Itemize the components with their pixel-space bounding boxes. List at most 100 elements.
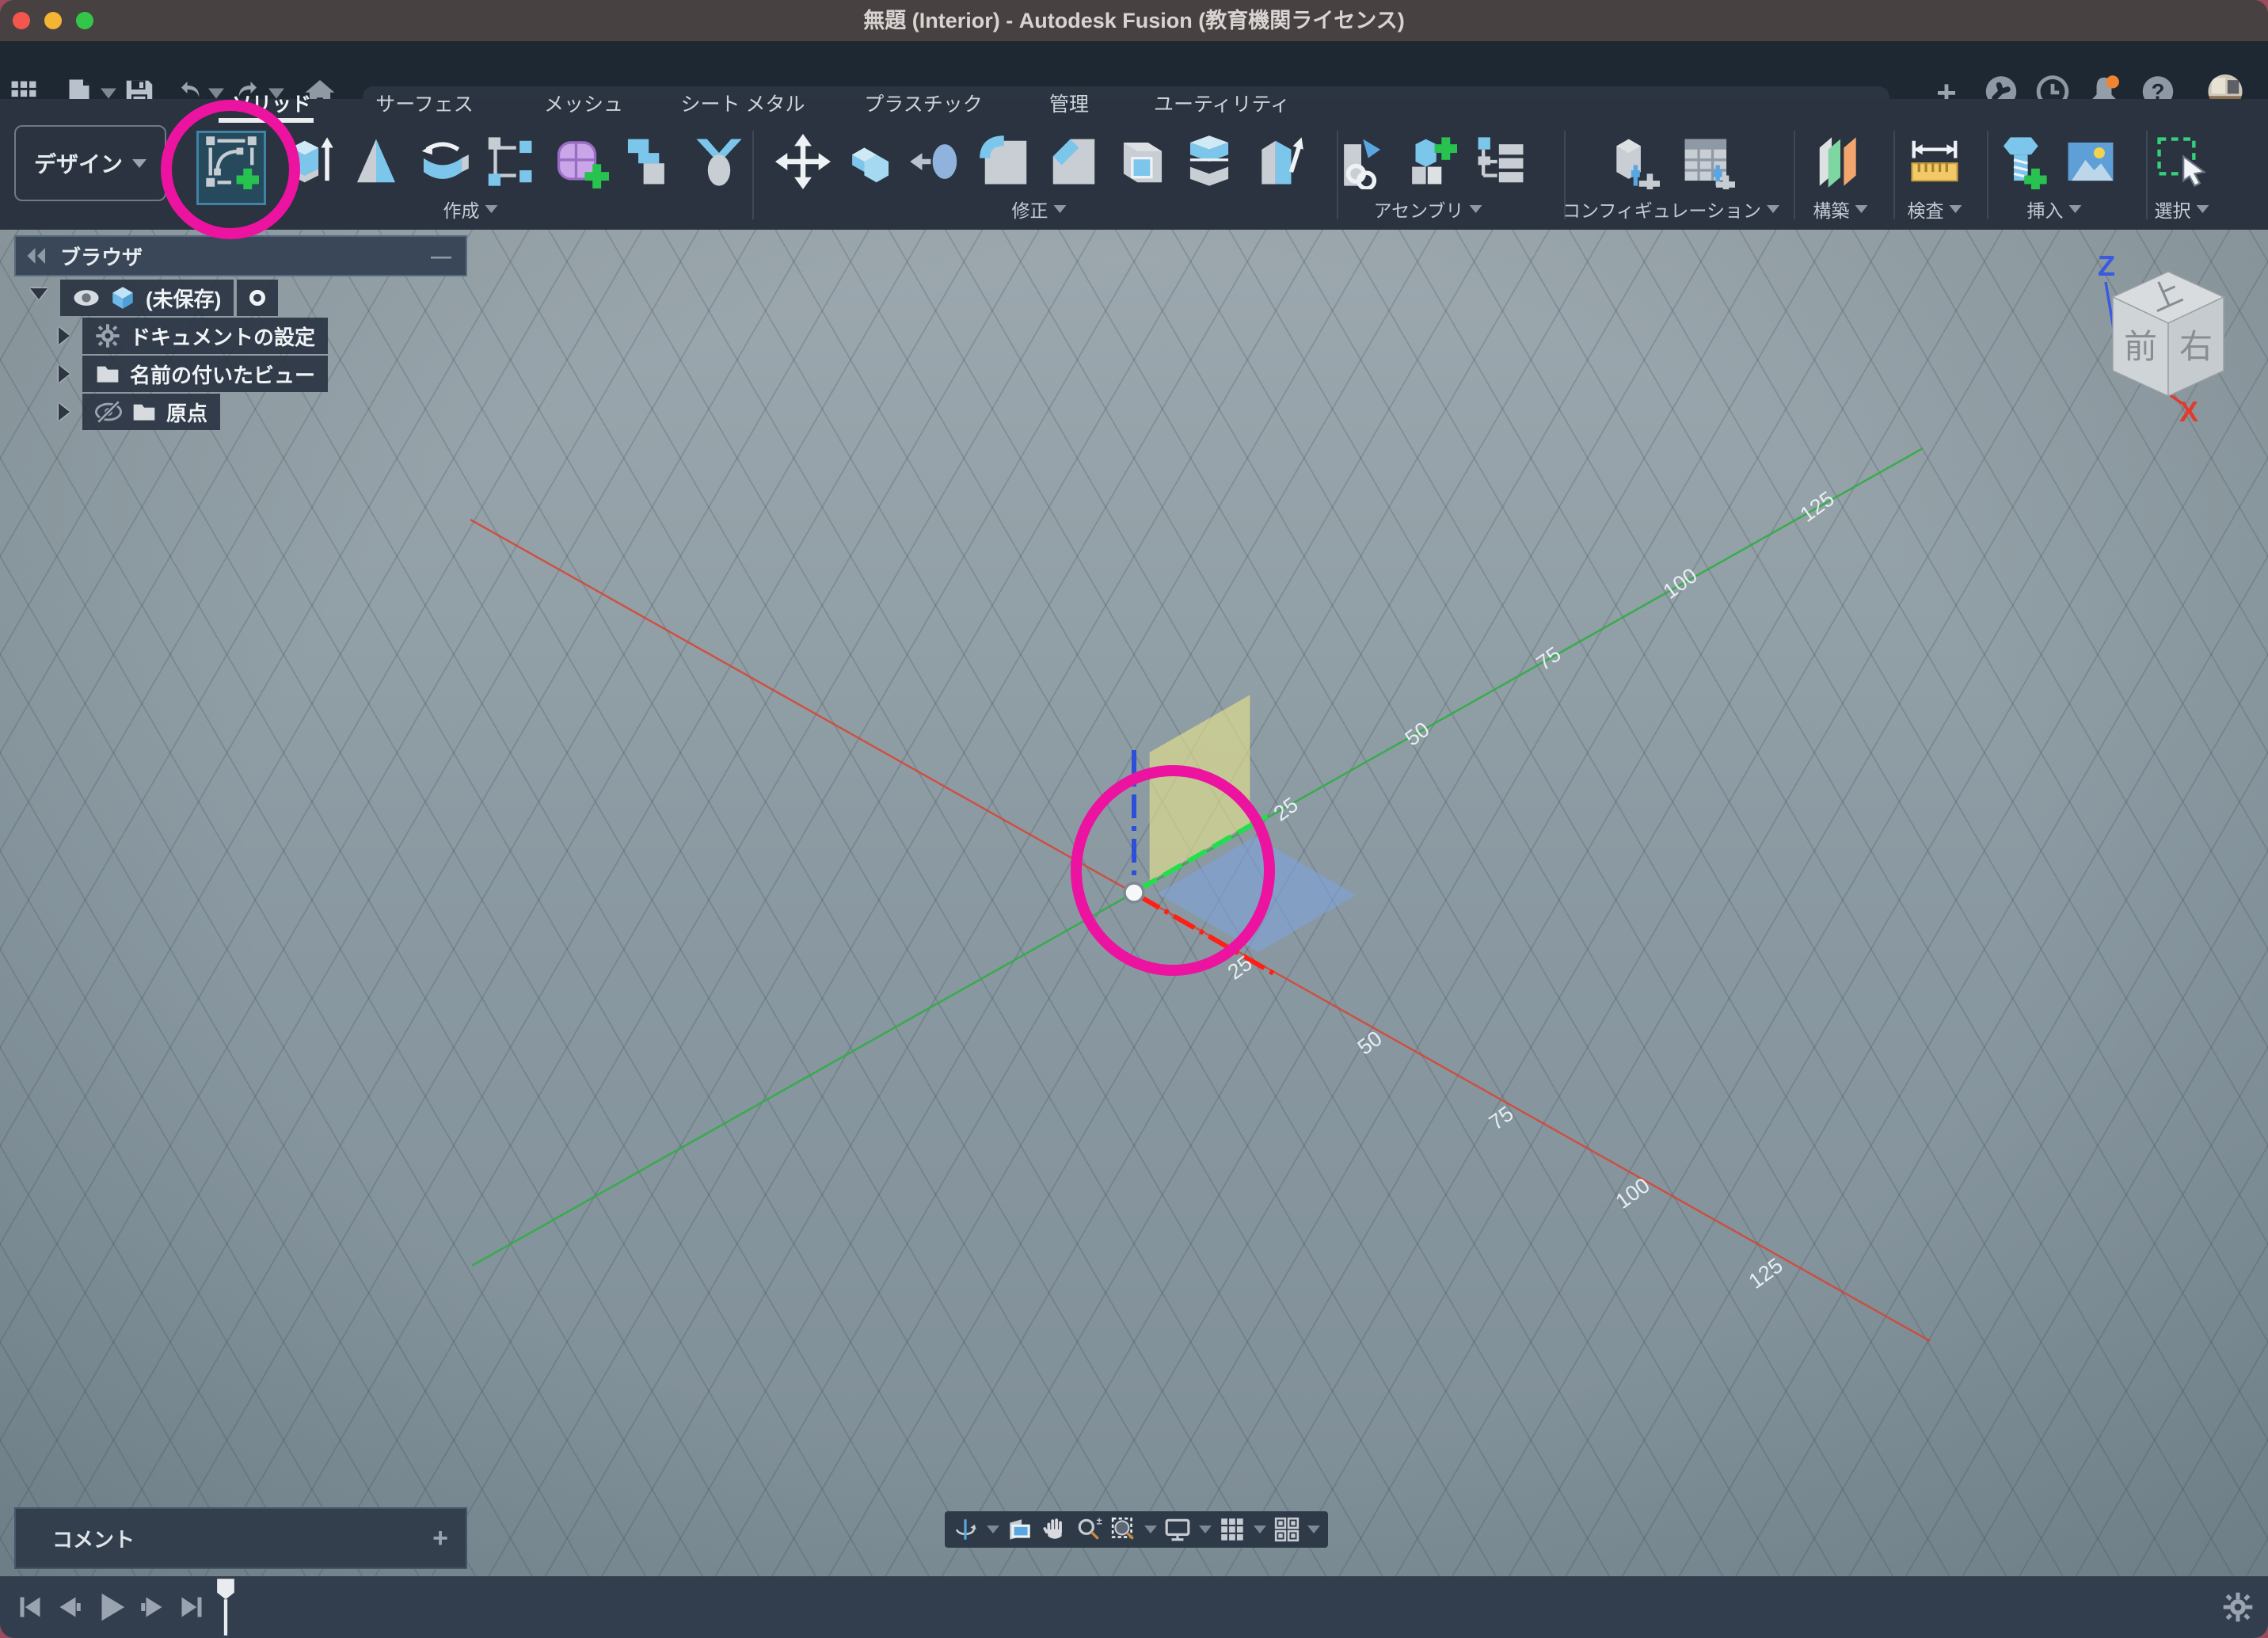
tab-sheet-metal[interactable]: シート メタル [681, 89, 805, 117]
chevron-right-icon[interactable] [59, 327, 70, 345]
chevron-right-icon[interactable] [59, 403, 70, 421]
timeline-marker[interactable] [215, 1577, 236, 1637]
press-pull-icon[interactable] [842, 134, 897, 189]
split-body-icon[interactable] [1182, 134, 1237, 189]
group-separator [1987, 131, 1988, 219]
canvas-image-icon[interactable] [2063, 134, 2118, 189]
web-icon[interactable] [691, 134, 747, 189]
joint-list-icon[interactable] [1473, 134, 1528, 189]
comments-title: コメント [52, 1524, 135, 1553]
navigation-bar: ± [945, 1511, 1328, 1548]
measure-icon[interactable] [1907, 134, 1962, 189]
timeline-play-icon[interactable] [93, 1589, 129, 1625]
zoom-window-icon[interactable] [1110, 1516, 1137, 1543]
group-label-modify[interactable]: 修正 [1012, 196, 1067, 223]
component-cube-icon [109, 284, 136, 311]
timeline-step-back-icon[interactable] [54, 1591, 86, 1623]
window-title: 無題 (Interior) - Autodesk Fusion (教育機関ライセ… [0, 0, 2268, 41]
named-views-label: 名前の付いたビュー [130, 360, 315, 389]
insert-fastener-icon[interactable] [1995, 134, 2050, 189]
browser-panel-title: ブラウザ [60, 242, 143, 271]
tree-row-named-views[interactable]: 名前の付いたビュー [59, 356, 328, 392]
chevron-down-icon[interactable] [30, 288, 48, 308]
timeline-bar [0, 1576, 2268, 1638]
new-component-icon[interactable] [1402, 134, 1457, 189]
tab-manage[interactable]: 管理 [1049, 89, 1089, 117]
visibility-off-eye-icon[interactable] [95, 398, 122, 425]
rails-icon[interactable] [481, 134, 537, 189]
visibility-eye-icon[interactable] [73, 284, 100, 311]
construction-plane-icon[interactable] [1813, 134, 1868, 189]
minimize-panel-icon[interactable]: — [431, 244, 451, 269]
select-icon[interactable] [2154, 134, 2209, 189]
gear-icon [95, 323, 120, 349]
tree-row-document-settings[interactable]: ドキュメントの設定 [59, 318, 328, 354]
timeline-skip-end-icon[interactable] [176, 1591, 207, 1623]
sweep-icon[interactable] [415, 134, 470, 189]
pan-hand-icon[interactable] [1041, 1516, 1068, 1543]
file-new-dropdown[interactable] [101, 89, 116, 99]
browser-panel-header[interactable]: ブラウザ — [14, 235, 467, 276]
group-label-insert[interactable]: 挿入 [2027, 196, 2082, 223]
tree-row-origin[interactable]: 原点 [59, 394, 220, 430]
move-icon[interactable] [775, 134, 831, 189]
add-comment-button[interactable]: + [432, 1523, 448, 1554]
combine-icon[interactable] [619, 134, 675, 189]
comments-panel[interactable]: コメント + [14, 1507, 467, 1569]
chevron-right-icon[interactable] [59, 365, 70, 383]
grid-settings-dropdown[interactable] [1254, 1526, 1266, 1533]
orbit-dropdown[interactable] [987, 1526, 999, 1533]
zoom-icon[interactable]: ± [1075, 1516, 1102, 1543]
look-at-icon[interactable] [1007, 1516, 1033, 1543]
group-label-configuration[interactable]: コンフィギュレーション [1562, 196, 1779, 223]
group-label-select[interactable]: 選択 [2155, 196, 2209, 223]
display-settings-dropdown[interactable] [1199, 1526, 1212, 1533]
offset-face-icon[interactable] [908, 134, 964, 189]
viewports-dropdown[interactable] [1307, 1526, 1320, 1533]
chevron-down-icon [132, 159, 147, 168]
timeline-settings-gear-icon[interactable] [2222, 1591, 2254, 1623]
document-node-label: (未保存) [146, 284, 221, 313]
fillet-icon[interactable] [978, 134, 1033, 189]
timeline-step-forward-icon[interactable] [136, 1591, 168, 1623]
zoom-window-dropdown[interactable] [1144, 1526, 1157, 1533]
group-separator [1893, 131, 1895, 219]
configuration-icon[interactable] [1604, 134, 1660, 189]
notification-dot [2106, 75, 2119, 88]
tab-utilities[interactable]: ユーティリティ [1154, 89, 1290, 117]
design-mode-selector[interactable]: デザイン [14, 125, 166, 201]
group-separator [752, 131, 754, 219]
group-separator [2146, 131, 2148, 219]
tab-plastic[interactable]: プラスチック [864, 89, 983, 117]
tab-surface[interactable]: サーフェス [375, 89, 474, 117]
app-window: 無題 (Interior) - Autodesk Fusion (教育機関ライセ… [0, 0, 2268, 1638]
title-bar: 無題 (Interior) - Autodesk Fusion (教育機関ライセ… [0, 0, 2268, 41]
ribbon: デザイン ソリッド サーフェス メッシュ シート メタル プラスチック 管理 ユ… [0, 99, 2268, 230]
grid-settings-icon[interactable] [1219, 1516, 1246, 1543]
insert-derive-icon[interactable] [1334, 134, 1389, 189]
origin-label: 原点 [166, 398, 207, 427]
collapse-panel-icon[interactable] [25, 244, 49, 268]
svg-text:±: ± [1097, 1516, 1102, 1527]
design-mode-label: デザイン [34, 147, 123, 179]
create-form-icon[interactable] [554, 134, 609, 189]
undo-dropdown[interactable] [208, 89, 224, 99]
orbit-icon[interactable] [952, 1516, 979, 1543]
viewports-icon[interactable] [1273, 1516, 1300, 1543]
group-label-create[interactable]: 作成 [443, 196, 498, 223]
revolve-icon[interactable] [348, 134, 404, 189]
group-label-assemble[interactable]: アセンブリ [1374, 196, 1482, 223]
draft-icon[interactable] [1250, 134, 1305, 189]
group-label-construct[interactable]: 構築 [1813, 196, 1868, 223]
activate-radio[interactable] [237, 280, 278, 316]
group-separator [1794, 131, 1795, 219]
display-settings-icon[interactable] [1164, 1516, 1191, 1543]
group-label-inspect[interactable]: 検査 [1908, 196, 1962, 223]
config-table-icon[interactable] [1680, 134, 1735, 189]
chamfer-icon[interactable] [1046, 134, 1102, 189]
tab-mesh[interactable]: メッシュ [544, 89, 623, 117]
tree-row-document[interactable]: (未保存) [30, 280, 278, 316]
document-settings-label: ドキュメントの設定 [130, 322, 315, 351]
timeline-skip-start-icon[interactable] [14, 1591, 46, 1623]
shell-icon[interactable] [1115, 134, 1170, 189]
